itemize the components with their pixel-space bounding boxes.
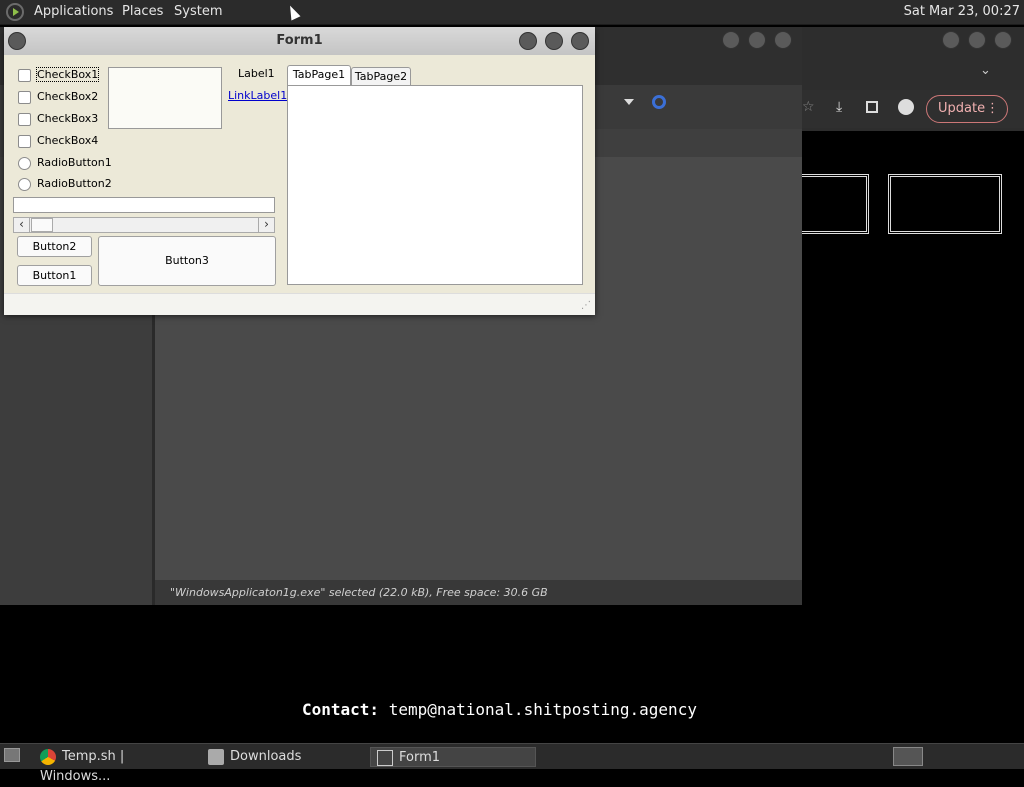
button2[interactable]: Button2 (17, 236, 92, 257)
show-desktop-icon[interactable] (4, 748, 20, 762)
distro-logo-icon[interactable] (6, 3, 24, 21)
horizontal-scrollbar[interactable]: ‹ › (13, 217, 275, 233)
update-button[interactable]: Update ⋮ (926, 95, 1008, 123)
update-label: Update (938, 101, 986, 116)
contact-label: Contact: (302, 700, 380, 719)
scroll-thumb[interactable] (31, 218, 53, 232)
search-icon[interactable] (652, 95, 666, 109)
label1: Label1 (238, 67, 275, 80)
form1-titlebar[interactable]: Form1 (4, 27, 595, 55)
checkbox-label: CheckBox4 (37, 134, 99, 147)
tab-page-content (287, 85, 583, 285)
folder-icon (208, 748, 224, 765)
button1[interactable]: Button1 (17, 265, 92, 286)
ascii-art-letter (802, 174, 869, 234)
button3[interactable]: Button3 (98, 236, 276, 286)
form1-title: Form1 (276, 33, 323, 48)
tab-page1[interactable]: TabPage1 (287, 65, 351, 85)
resize-grip-icon[interactable]: ⋰ (581, 300, 591, 311)
close-icon[interactable] (994, 31, 1012, 49)
radio-label: RadioButton1 (37, 156, 112, 169)
checkbox-4[interactable]: CheckBox4 (18, 134, 98, 148)
menu-places[interactable]: Places (122, 4, 163, 19)
checkbox-label: CheckBox3 (37, 112, 99, 125)
taskbar-item-downloads[interactable]: Downloads (208, 747, 358, 767)
ascii-art-letter (888, 174, 1002, 234)
taskbar-item-label: Downloads (230, 749, 302, 764)
radio-label: RadioButton2 (37, 177, 112, 190)
scroll-right-icon[interactable]: › (258, 218, 274, 232)
taskbar-item-form1[interactable]: Form1 (370, 747, 536, 767)
more-menu-icon: ⋮ (986, 101, 999, 116)
download-icon[interactable]: ⤓ (836, 99, 842, 115)
maximize-icon[interactable] (545, 32, 563, 50)
maximize-icon[interactable] (748, 31, 766, 49)
radio-button-1[interactable]: RadioButton1 (18, 156, 112, 170)
tab-page2[interactable]: TabPage2 (351, 67, 411, 85)
taskbar: Temp.sh | Windows... Downloads Form1 (0, 743, 1024, 784)
chevron-down-icon[interactable]: ⌄ (980, 63, 991, 78)
text-input[interactable] (13, 197, 275, 213)
close-icon[interactable] (774, 31, 792, 49)
top-panel: Applications Places System Sat Mar 23, 0… (0, 0, 1024, 25)
contact-value: temp@national.shitposting.agency (388, 700, 697, 719)
checkbox-box-icon (18, 112, 31, 126)
clock[interactable]: Sat Mar 23, 00:27 (904, 4, 1020, 19)
checkbox-label: CheckBox2 (37, 90, 99, 103)
checkbox-box-icon (18, 134, 31, 148)
checkbox-box-icon (18, 90, 31, 104)
bookmark-star-icon[interactable]: ☆ (802, 99, 815, 115)
form1-window: Form1 CheckBox1 CheckBox2 CheckBox3 Chec… (4, 27, 595, 315)
checkbox-box-icon (18, 68, 31, 82)
menu-applications[interactable]: Applications (34, 4, 113, 19)
terminal-contact-line: Contact: temp@national.shitposting.agenc… (302, 700, 697, 719)
checkbox-label: CheckBox1 (35, 67, 100, 82)
taskbar-item-chrome[interactable]: Temp.sh | Windows... (40, 747, 196, 784)
minimize-icon[interactable] (942, 31, 960, 49)
radio-circle-icon (18, 156, 31, 170)
multiline-textbox[interactable] (108, 67, 222, 129)
checkbox-1[interactable]: CheckBox1 (18, 67, 100, 82)
profile-icon[interactable] (898, 99, 914, 115)
radio-circle-icon (18, 177, 31, 191)
scroll-left-icon[interactable]: ‹ (14, 218, 30, 232)
chrome-icon (40, 748, 56, 765)
window-icon (377, 749, 393, 766)
maximize-icon[interactable] (968, 31, 986, 49)
minimize-icon[interactable] (722, 31, 740, 49)
checkbox-2[interactable]: CheckBox2 (18, 90, 98, 104)
menu-system[interactable]: System (174, 4, 222, 19)
dropdown-arrow-icon[interactable] (624, 99, 634, 105)
side-panel-icon[interactable] (866, 101, 878, 113)
close-icon[interactable] (571, 32, 589, 50)
taskbar-item-label: Form1 (399, 750, 441, 765)
workspace-switcher[interactable] (893, 747, 923, 766)
form1-status-strip: ⋰ (4, 293, 595, 315)
link-label1[interactable]: LinkLabel1 (228, 89, 287, 102)
minimize-icon[interactable] (519, 32, 537, 50)
radio-button-2[interactable]: RadioButton2 (18, 177, 112, 191)
tab-control: TabPage1 TabPage2 (287, 65, 583, 285)
fm-status-text: "WindowsApplicaton1g.exe" selected (22.0… (170, 586, 548, 599)
checkbox-3[interactable]: CheckBox3 (18, 112, 98, 126)
